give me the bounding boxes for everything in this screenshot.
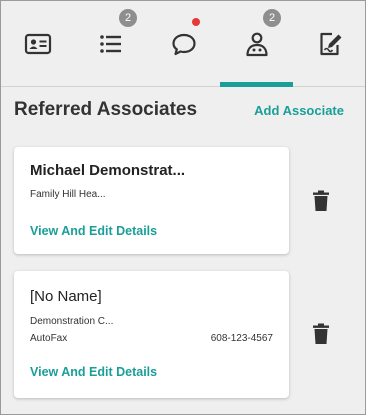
- associates-icon: [245, 32, 268, 57]
- tab-messages[interactable]: [147, 1, 220, 87]
- associates-badge: 2: [263, 9, 281, 27]
- tab-associates[interactable]: 2: [220, 1, 293, 87]
- associate-card: [No Name] Demonstration C... AutoFax 608…: [14, 271, 289, 398]
- trash-icon[interactable]: [312, 323, 330, 345]
- associate-organization: Family Hill Hea...: [30, 189, 106, 200]
- associate-organization: Demonstration C...: [30, 316, 114, 327]
- app-frame: 2 2 Referred Associates Add Associate Mi…: [0, 0, 366, 415]
- view-edit-details-link[interactable]: View And Edit Details: [30, 365, 157, 379]
- associate-name: Michael Demonstrat...: [30, 162, 186, 179]
- page-title: Referred Associates: [14, 99, 198, 120]
- contact-card-icon: [24, 33, 51, 55]
- tab-edit[interactable]: [293, 1, 365, 87]
- notification-dot: [192, 18, 200, 26]
- list-icon: [99, 35, 121, 53]
- active-tab-indicator: [220, 82, 293, 87]
- edit-document-icon: [319, 32, 341, 56]
- list-badge: 2: [119, 9, 137, 27]
- tab-list[interactable]: 2: [74, 1, 147, 87]
- trash-icon[interactable]: [312, 190, 330, 212]
- associate-card: Michael Demonstrat... Family Hill Hea...…: [14, 147, 289, 254]
- tab-contact[interactable]: [1, 1, 74, 87]
- tab-bar: 2 2: [1, 1, 365, 87]
- add-associate-link[interactable]: Add Associate: [254, 103, 344, 118]
- associate-phone: 608-123-4567: [210, 333, 273, 344]
- associate-type: AutoFax: [30, 333, 68, 344]
- associate-name: [No Name]: [30, 288, 102, 305]
- chat-bubble-icon: [171, 33, 196, 56]
- view-edit-details-link[interactable]: View And Edit Details: [30, 224, 157, 238]
